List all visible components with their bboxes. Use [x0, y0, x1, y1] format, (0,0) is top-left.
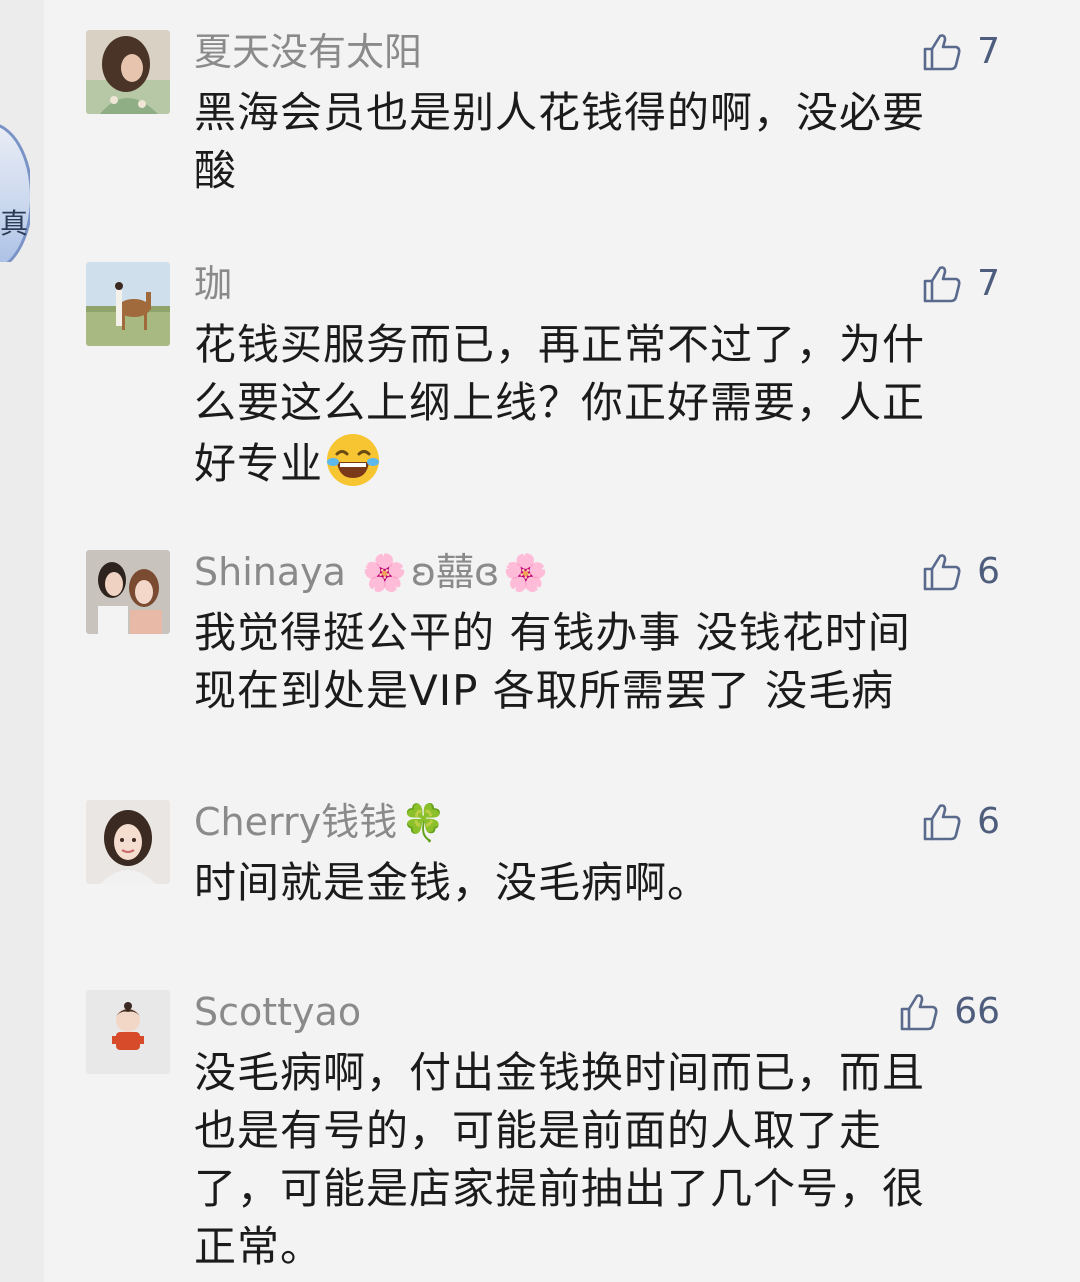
comment-text: 我觉得挺公平的 有钱办事 没钱花时间 现在到处是VIP 各取所需罢了 没毛病 [194, 608, 911, 715]
comment-item: Cherry钱钱 🍀 6 时间就是金钱，没毛病啊。 [86, 800, 1006, 920]
avatar[interactable] [86, 262, 170, 346]
four-leaf-clover-emoji-icon: 🍀 [401, 803, 446, 844]
comment-text: 时间就是金钱，没毛病啊。 [194, 858, 711, 907]
author-name[interactable]: 夏天没有太阳 [194, 28, 422, 76]
like-button[interactable]: 6 [921, 800, 1000, 844]
author-name-text: Shinaya [194, 550, 346, 594]
avatar[interactable] [86, 30, 170, 114]
like-count: 6 [977, 551, 1000, 592]
comment-item: 夏天没有太阳 7 黑海会员也是别人花钱得的啊，没必要酸 [86, 30, 1006, 210]
comment-text: 黑海会员也是别人花钱得的啊，没必要酸 [194, 88, 926, 195]
like-button[interactable]: 6 [921, 550, 1000, 594]
like-count: 7 [977, 263, 1000, 304]
avatar[interactable] [86, 550, 170, 634]
thumbs-up-icon [921, 31, 963, 73]
comment-text-content: 花钱买服务而已，再正常不过了，为什么要这么上纲上线？你正好需要，人正好专业 [194, 320, 926, 488]
author-name-text: Cherry钱钱 [194, 800, 398, 844]
thumbs-up-icon [921, 551, 963, 593]
like-count: 7 [977, 31, 1000, 72]
author-name[interactable]: Shinaya 🌸 ʚ囍ɞ 🌸 [194, 548, 552, 596]
comment-item: Shinaya 🌸 ʚ囍ɞ 🌸 6 我觉得挺公平的 有钱办事 没钱花时间 现在到处是… [86, 550, 1006, 720]
avatar[interactable] [86, 990, 170, 1074]
author-name[interactable]: Cherry钱钱 🍀 [194, 798, 450, 846]
cherry-blossom-emoji-icon: 🌸 [362, 553, 407, 594]
thumbs-up-icon [921, 801, 963, 843]
comment-item: 珈 7 花钱买服务而已，再正常不过了，为什么要这么上纲上线？你正好需要，人正好专… [86, 262, 1006, 502]
like-count: 66 [954, 991, 1000, 1032]
comment-text: 没毛病啊，付出金钱换时间而已，而且也是有号的，可能是前面的人取了走了，可能是店家… [194, 1048, 926, 1271]
like-button[interactable]: 7 [921, 262, 1000, 306]
author-name[interactable]: Scottyao [194, 988, 361, 1036]
comment-list: 夏天没有太阳 7 黑海会员也是别人花钱得的啊，没必要酸 珈 7 花钱买服务而已，… [0, 0, 1080, 1282]
like-button[interactable]: 7 [921, 30, 1000, 74]
like-button[interactable]: 66 [898, 990, 1000, 1034]
laughing-emoji-icon [325, 432, 381, 503]
thumbs-up-icon [898, 991, 940, 1033]
comment-item: Scottyao 66 没毛病啊，付出金钱换时间而已，而且也是有号的，可能是前面… [86, 990, 1006, 1280]
avatar[interactable] [86, 800, 170, 884]
thumbs-up-icon [921, 263, 963, 305]
author-name-decoration: ʚ囍ɞ [410, 550, 500, 594]
author-name[interactable]: 珈 [194, 260, 232, 308]
cherry-blossom-emoji-icon: 🌸 [503, 553, 549, 594]
like-count: 6 [977, 801, 1000, 842]
comment-text: 花钱买服务而已，再正常不过了，为什么要这么上纲上线？你正好需要，人正好专业 [194, 316, 964, 503]
